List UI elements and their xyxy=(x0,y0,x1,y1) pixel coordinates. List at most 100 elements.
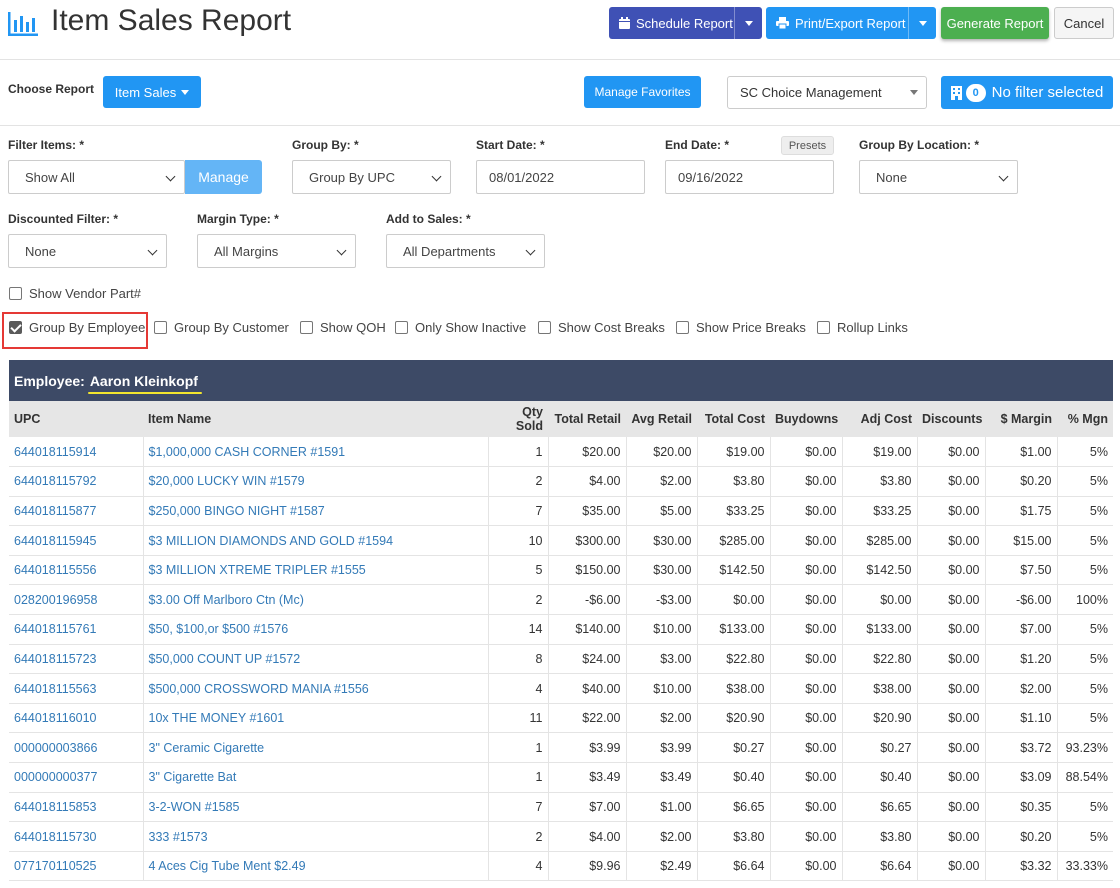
show-cost-breaks-checkbox[interactable]: Show Cost Breaks xyxy=(538,320,665,335)
item-name-link[interactable]: $50, $100,or $500 #1576 xyxy=(149,622,289,636)
item-name-cell[interactable]: $20,000 LUCKY WIN #1579 xyxy=(143,466,489,497)
item-name-cell[interactable]: 3" Ceramic Cigarette xyxy=(143,732,489,764)
upc-cell[interactable]: 644018115792 xyxy=(9,466,144,497)
column-header[interactable]: Buydowns xyxy=(770,401,842,437)
manage-button[interactable]: Manage xyxy=(185,160,262,194)
item-name-link[interactable]: 3-2-WON #1585 xyxy=(149,800,240,814)
show-price-breaks-checkbox[interactable]: Show Price Breaks xyxy=(676,320,806,335)
upc-link[interactable]: 644018115877 xyxy=(14,504,97,518)
item-name-cell[interactable]: 4 Aces Cig Tube Ment $2.49 xyxy=(143,851,489,882)
upc-link[interactable]: 644018115945 xyxy=(14,534,97,548)
start-date-input[interactable]: 08/01/2022 xyxy=(476,160,645,194)
item-name-link[interactable]: $500,000 CROSSWORD MANIA #1556 xyxy=(149,682,369,696)
end-date-input[interactable]: 09/16/2022 xyxy=(665,160,834,194)
item-name-cell[interactable]: $3.00 Off Marlboro Ctn (Mc) xyxy=(143,584,489,616)
margin-type-select[interactable]: All Margins xyxy=(197,234,356,268)
column-header[interactable]: Discounts xyxy=(917,401,985,437)
column-header[interactable]: Qty Sold xyxy=(488,401,548,437)
item-name-cell[interactable]: $1,000,000 CASH CORNER #1591 xyxy=(143,437,489,468)
upc-cell[interactable]: 644018115877 xyxy=(9,496,144,527)
column-header[interactable]: Total Retail xyxy=(548,401,626,437)
checkbox-box[interactable] xyxy=(395,321,408,334)
item-name-cell[interactable]: $50, $100,or $500 #1576 xyxy=(143,614,489,645)
show-vendor-part-checkbox[interactable]: Show Vendor Part# xyxy=(9,286,141,301)
upc-link[interactable]: 000000000377 xyxy=(14,770,97,784)
upc-link[interactable]: 077170110525 xyxy=(14,859,97,873)
upc-link[interactable]: 028200196958 xyxy=(14,593,97,607)
item-name-cell[interactable]: 3" Cigarette Bat xyxy=(143,762,489,793)
upc-link[interactable]: 644018115563 xyxy=(14,682,97,696)
group-by-employee-checkbox[interactable]: Group By Employee xyxy=(9,320,145,335)
checkbox-box[interactable] xyxy=(676,321,689,334)
generate-report-button[interactable]: Generate Report xyxy=(941,7,1049,39)
schedule-report-button[interactable]: Schedule Report xyxy=(609,7,762,39)
column-header[interactable]: UPC xyxy=(9,401,143,437)
show-qoh-checkbox[interactable]: Show QOH xyxy=(300,320,386,335)
item-name-cell[interactable]: $3 MILLION XTREME TRIPLER #1555 xyxy=(143,555,489,586)
add-to-sales-select[interactable]: All Departments xyxy=(386,234,545,268)
upc-cell[interactable]: 000000000377 xyxy=(9,762,144,793)
upc-link[interactable]: 644018115556 xyxy=(14,563,97,577)
item-name-link[interactable]: $50,000 COUNT UP #1572 xyxy=(149,652,301,666)
manage-favorites-button[interactable]: Manage Favorites xyxy=(584,76,701,108)
upc-cell[interactable]: 644018115761 xyxy=(9,614,144,645)
item-name-link[interactable]: $1,000,000 CASH CORNER #1591 xyxy=(149,445,346,459)
item-name-link[interactable]: $3 MILLION XTREME TRIPLER #1555 xyxy=(149,563,366,577)
item-name-link[interactable]: 3" Ceramic Cigarette xyxy=(149,741,265,755)
column-header[interactable]: Item Name xyxy=(143,401,488,437)
item-name-link[interactable]: $20,000 LUCKY WIN #1579 xyxy=(149,474,305,488)
column-header[interactable]: Avg Retail xyxy=(626,401,697,437)
discounted-filter-select[interactable]: None xyxy=(8,234,167,268)
only-show-inactive-checkbox[interactable]: Only Show Inactive xyxy=(395,320,526,335)
upc-link[interactable]: 000000003866 xyxy=(14,741,97,755)
item-name-link[interactable]: 10x THE MONEY #1601 xyxy=(149,711,285,725)
checkbox-box[interactable] xyxy=(154,321,167,334)
item-name-cell[interactable]: 10x THE MONEY #1601 xyxy=(143,703,489,734)
checkbox-box[interactable] xyxy=(9,287,22,300)
upc-cell[interactable]: 644018115853 xyxy=(9,792,144,823)
group-by-customer-checkbox[interactable]: Group By Customer xyxy=(154,320,289,335)
group-by-select[interactable]: Group By UPC xyxy=(292,160,451,194)
schedule-dropdown-toggle[interactable] xyxy=(734,7,762,39)
item-name-cell[interactable]: $3 MILLION DIAMONDS AND GOLD #1594 xyxy=(143,525,489,556)
checkbox-box[interactable] xyxy=(9,321,22,334)
cancel-button[interactable]: Cancel xyxy=(1054,7,1114,39)
item-name-link[interactable]: $250,000 BINGO NIGHT #1587 xyxy=(149,504,325,518)
management-select[interactable]: SC Choice Management xyxy=(727,76,927,109)
upc-link[interactable]: 644018115761 xyxy=(14,622,97,636)
column-header[interactable]: % Mgn xyxy=(1057,401,1113,437)
upc-cell[interactable]: 077170110525 xyxy=(9,851,144,882)
upc-link[interactable]: 644018115853 xyxy=(14,800,97,814)
column-header[interactable]: Adj Cost xyxy=(842,401,917,437)
item-name-link[interactable]: 333 #1573 xyxy=(149,830,208,844)
upc-cell[interactable]: 644018115730 xyxy=(9,821,144,852)
rollup-links-checkbox[interactable]: Rollup Links xyxy=(817,320,908,335)
presets-button[interactable]: Presets xyxy=(781,136,834,155)
upc-cell[interactable]: 000000003866 xyxy=(9,732,144,764)
report-type-dropdown[interactable]: Item Sales xyxy=(103,76,201,108)
upc-cell[interactable]: 644018115723 xyxy=(9,644,144,675)
filter-items-select[interactable]: Show All xyxy=(8,160,185,194)
checkbox-box[interactable] xyxy=(817,321,830,334)
upc-cell[interactable]: 028200196958 xyxy=(9,584,144,616)
item-name-cell[interactable]: 3-2-WON #1585 xyxy=(143,792,489,823)
item-name-cell[interactable]: $50,000 COUNT UP #1572 xyxy=(143,644,489,675)
upc-cell[interactable]: 644018115945 xyxy=(9,525,144,556)
group-location-select[interactable]: None xyxy=(859,160,1018,194)
upc-link[interactable]: 644018115792 xyxy=(14,474,97,488)
checkbox-box[interactable] xyxy=(538,321,551,334)
location-filter-button[interactable]: 0 No filter selected xyxy=(941,76,1113,109)
upc-cell[interactable]: 644018116010 xyxy=(9,703,144,734)
upc-link[interactable]: 644018115914 xyxy=(14,445,97,459)
item-name-link[interactable]: 4 Aces Cig Tube Ment $2.49 xyxy=(149,859,306,873)
checkbox-box[interactable] xyxy=(300,321,313,334)
column-header[interactable]: Total Cost xyxy=(697,401,770,437)
upc-cell[interactable]: 644018115563 xyxy=(9,673,144,704)
item-name-cell[interactable]: 333 #1573 xyxy=(143,821,489,852)
item-name-cell[interactable]: $500,000 CROSSWORD MANIA #1556 xyxy=(143,673,489,704)
upc-link[interactable]: 644018115730 xyxy=(14,830,97,844)
item-name-link[interactable]: 3" Cigarette Bat xyxy=(149,770,237,784)
print-export-button[interactable]: Print/Export Report xyxy=(766,7,936,39)
item-name-cell[interactable]: $250,000 BINGO NIGHT #1587 xyxy=(143,496,489,527)
column-header[interactable]: $ Margin xyxy=(985,401,1057,437)
